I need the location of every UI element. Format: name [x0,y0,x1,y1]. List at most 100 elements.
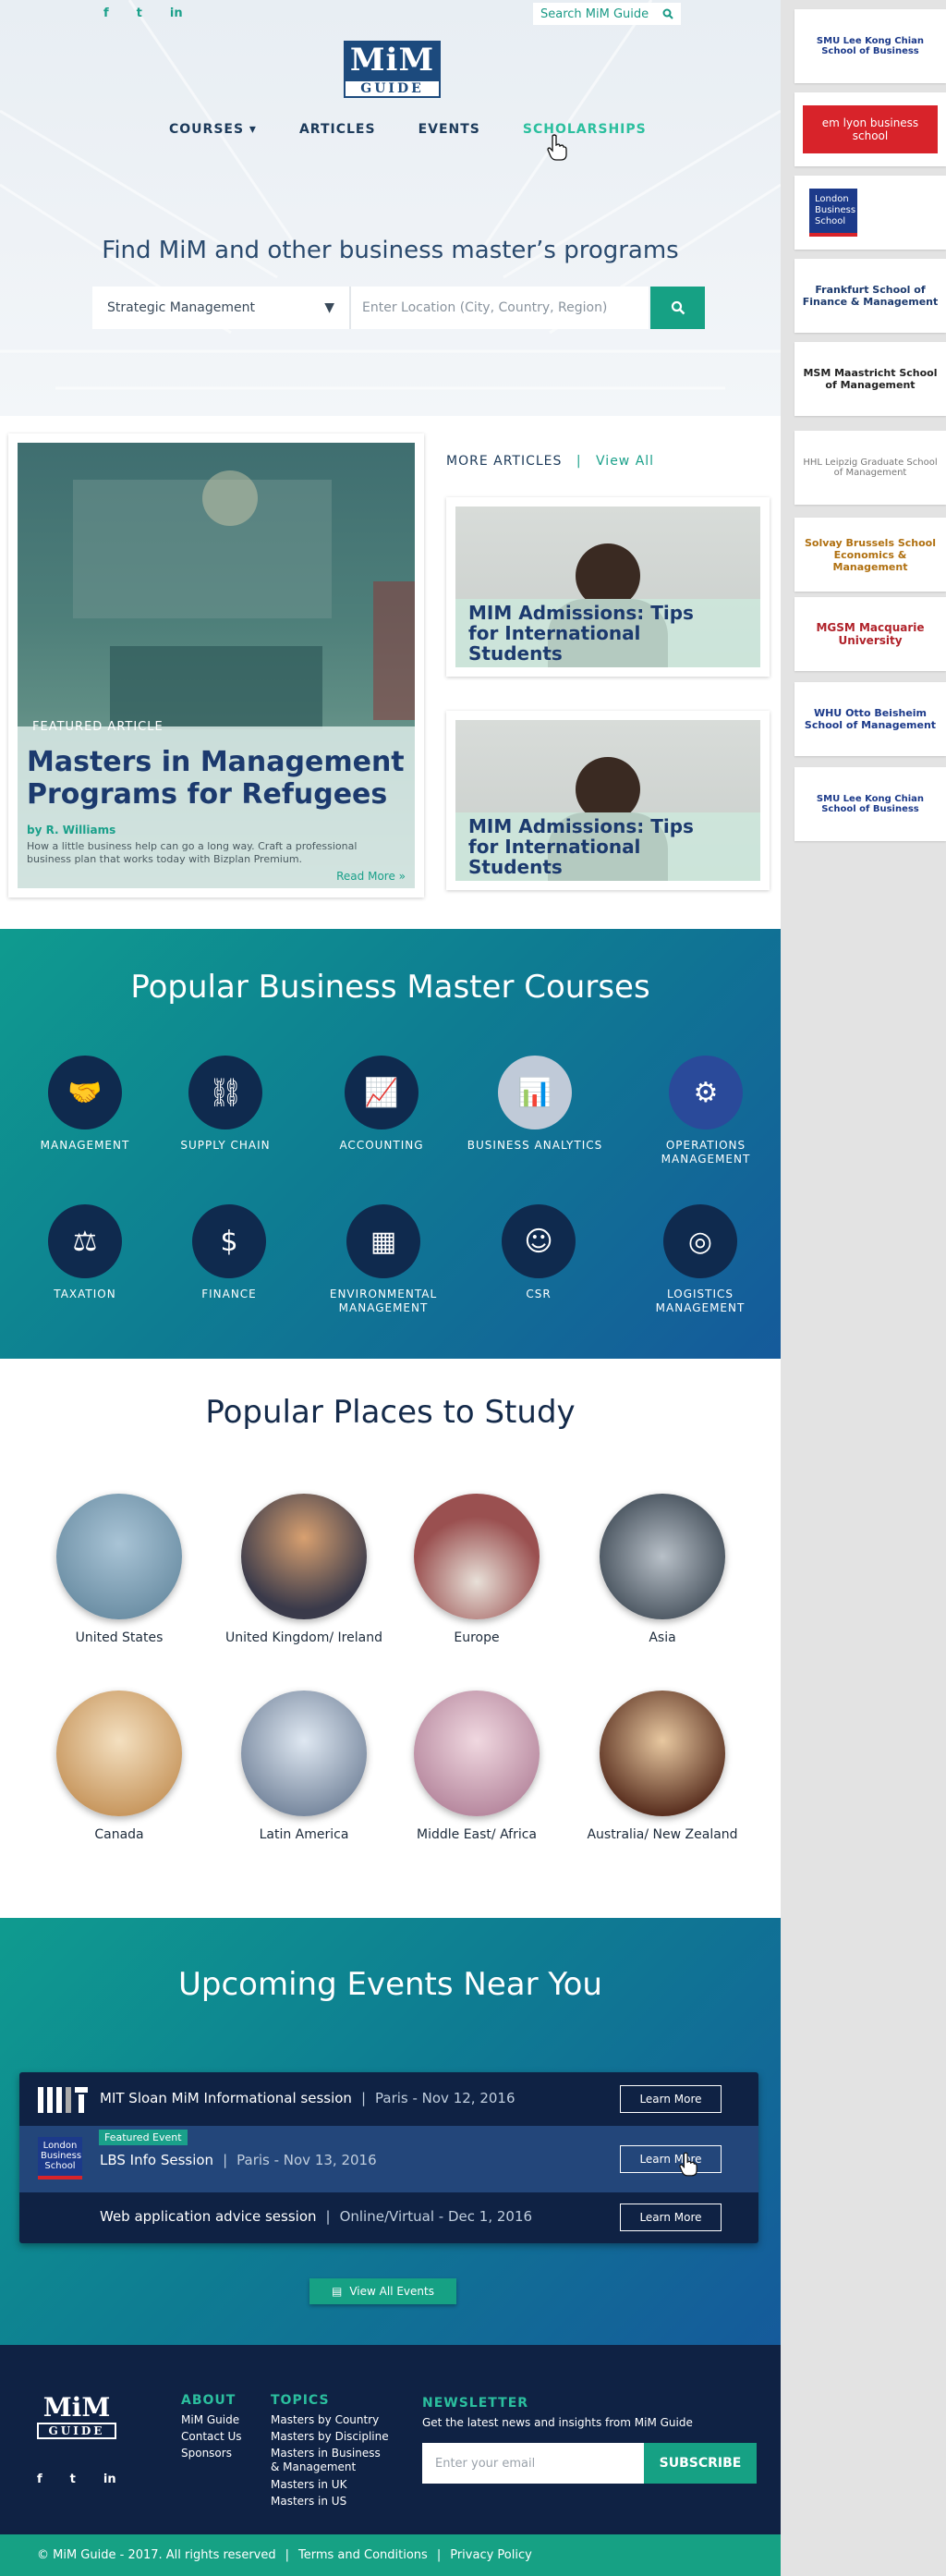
footer-link[interactable]: Sponsors [181,2445,242,2461]
facebook-icon[interactable]: f [103,6,109,20]
discipline-select-value: Strategic Management [107,300,255,315]
featured-article-description: How a little business help can go a long… [27,840,358,865]
school-logo-whu[interactable]: WHU Otto Beisheim School of Management [794,682,946,756]
course-business-analytics[interactable]: 📊 BUSINESS ANALYTICS [466,1056,604,1153]
event-text: LBS Info Session | Paris - Nov 13, 2016 [100,2152,377,2168]
course-csr[interactable]: ☺ CSR [469,1204,608,1301]
course-label: FINANCE [201,1288,257,1300]
nav-scholarships[interactable]: SCHOLARSHIPS [523,122,647,137]
newsletter-email-input[interactable]: Enter your email [422,2443,644,2484]
school-logo-smu[interactable]: SMU Lee Kong Chian School of Business [794,9,946,83]
course-environmental-management[interactable]: ▦ ENVIRONMENTAL MANAGEMENT [314,1204,453,1315]
place-asia[interactable]: Asia [570,1494,755,1645]
learn-more-button[interactable]: Learn More [620,2085,722,2113]
school-logo-text: MSM Maastricht School of Management [803,367,938,391]
place-united-states[interactable]: United States [27,1494,212,1645]
footer-logo[interactable]: MiM GUIDE [37,2393,116,2441]
article-card[interactable]: MIM Admissions: Tips for International S… [446,497,770,677]
terms-link[interactable]: Terms and Conditions [298,2548,428,2562]
linkedin-icon[interactable]: in [103,2472,116,2486]
article-card-title[interactable]: MIM Admissions: Tips for International S… [468,816,699,877]
lbs-logo-icon: London Business School [38,2137,82,2179]
footer-logo-guide: GUIDE [37,2423,116,2439]
twitter-icon[interactable]: t [70,2472,76,2486]
program-search-button[interactable] [650,287,705,329]
footer-link[interactable]: Masters in UK [271,2476,391,2493]
course-finance[interactable]: $ FINANCE [160,1204,298,1301]
featured-article-byline[interactable]: by R. Williams [27,824,115,836]
learn-more-button[interactable]: Learn More [620,2204,722,2231]
place-latin-america[interactable]: Latin America [212,1691,396,1842]
event-name: LBS Info Session [100,2152,214,2168]
main-nav: COURSES ▾ ARTICLES EVENTS SCHOLARSHIPS [169,122,647,137]
place-australia-new-zealand[interactable]: Australia/ New Zealand [570,1691,755,1842]
course-logistics-management[interactable]: ◎ LOGISTICS MANAGEMENT [631,1204,770,1315]
course-supply-chain[interactable]: ⛓ SUPPLY CHAIN [156,1056,295,1153]
events-list: MIT Sloan MiM Informational session | Pa… [19,2072,758,2243]
course-management[interactable]: 🤝 MANAGEMENT [16,1056,154,1153]
course-operations-management[interactable]: ⚙ OPERATIONS MANAGEMENT [637,1056,775,1166]
school-logo-mgsm[interactable]: MGSM Macquarie University [794,597,946,671]
course-label: LOGISTICS MANAGEMENT [655,1288,746,1314]
school-logo-solvay[interactable]: Solvay Brussels School Economics & Manag… [794,518,946,592]
event-row[interactable]: Web application advice session | Online/… [19,2192,758,2243]
school-logo-frankfurt-school[interactable]: Frankfurt School of Finance & Management [794,259,946,333]
place-image [414,1494,540,1619]
place-middle-east-africa[interactable]: Middle East/ Africa [384,1691,569,1842]
course-label: BUSINESS ANALYTICS [467,1139,603,1152]
nav-courses[interactable]: COURSES ▾ [169,122,257,137]
featured-article-title[interactable]: Masters in Management Programs for Refug… [27,746,406,811]
globe-icon: ◎ [663,1204,737,1278]
event-name: MIT Sloan MiM Informational session [100,2090,352,2106]
site-search-box[interactable]: Search MiM Guide [533,3,681,25]
footer-link[interactable]: Masters by Discipline [271,2428,391,2445]
place-image [600,1691,725,1816]
place-uk-ireland[interactable]: United Kingdom/ Ireland [212,1494,396,1645]
place-image [56,1494,182,1619]
school-logo-smu[interactable]: SMU Lee Kong Chian School of Business [794,767,946,841]
footer-link[interactable]: MiM Guide [181,2411,242,2428]
privacy-link[interactable]: Privacy Policy [450,2548,532,2562]
place-canada[interactable]: Canada [27,1691,212,1842]
places-title: Popular Places to Study [205,1394,576,1431]
footer-link[interactable]: Masters in Business & Management [271,2447,391,2474]
footer-link[interactable]: Masters by Country [271,2411,391,2428]
learn-more-button[interactable]: Learn More [620,2145,722,2173]
facebook-icon[interactable]: f [37,2472,42,2486]
subscribe-button[interactable]: SUBSCRIBE [644,2443,757,2484]
event-row-featured[interactable]: London Business School Featured Event LB… [19,2126,758,2192]
view-all-events-label: View All Events [349,2285,434,2298]
school-logo-hhl[interactable]: HHL Leipzig Graduate School of Managemen… [794,431,946,505]
nav-articles[interactable]: ARTICLES [299,122,376,137]
place-label: Canada [94,1827,144,1842]
school-logo-maastricht[interactable]: MSM Maastricht School of Management [794,342,946,416]
site-logo[interactable]: MiM GUIDE [344,41,441,100]
course-accounting[interactable]: 📈 ACCOUNTING [312,1056,451,1153]
event-meta: Paris - Nov 12, 2016 [375,2090,515,2106]
footer-logo-mim: MiM [42,2392,111,2423]
events-title: Upcoming Events Near You [178,1966,602,2003]
hero-title: Find MiM and other business master’s pro… [102,237,679,264]
featured-read-more-link[interactable]: Read More » [336,870,406,883]
location-input[interactable]: Enter Location (City, Country, Region) [351,287,649,329]
place-label: Latin America [259,1827,349,1842]
place-europe[interactable]: Europe [384,1494,569,1645]
discipline-select[interactable]: Strategic Management ▼ [92,287,351,329]
article-card[interactable]: MIM Admissions: Tips for International S… [446,711,770,890]
course-label: SUPPLY CHAIN [180,1139,271,1152]
school-logo-london-business-school[interactable]: London Business School [794,176,946,250]
course-taxation[interactable]: ⚖ TAXATION [16,1204,154,1301]
footer-link[interactable]: Masters in US [271,2493,391,2509]
article-card-title[interactable]: MIM Admissions: Tips for International S… [468,603,699,664]
linkedin-icon[interactable]: in [170,6,183,20]
school-logo-emlyon[interactable]: em lyon business school [794,92,946,166]
event-row[interactable]: MIT Sloan MiM Informational session | Pa… [19,2072,758,2126]
presentation-icon: ▦ [346,1204,420,1278]
view-all-events-button[interactable]: ▤ View All Events [309,2278,456,2304]
view-all-articles-link[interactable]: View All [596,454,654,469]
nav-events[interactable]: EVENTS [418,122,480,137]
featured-article-card[interactable]: FEATURED ARTICLE Masters in Management P… [8,433,424,897]
search-icon[interactable] [662,8,673,19]
twitter-icon[interactable]: t [137,6,142,20]
footer-link[interactable]: Contact Us [181,2428,242,2445]
